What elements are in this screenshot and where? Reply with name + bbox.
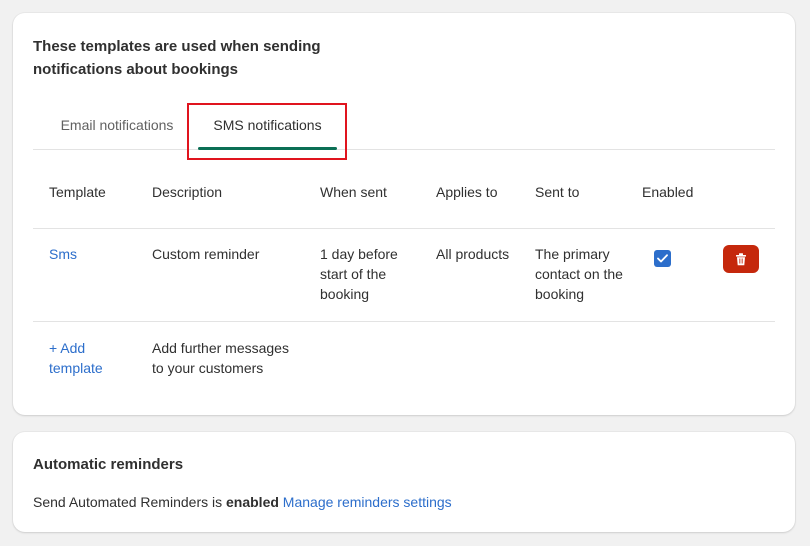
trash-icon — [736, 252, 746, 265]
templates-table: Template Description When sent Applies t… — [33, 150, 775, 412]
table-header: Template Description When sent Applies t… — [33, 150, 775, 229]
manage-reminders-link[interactable]: Manage reminders settings — [283, 494, 452, 510]
templates-card: These templates are used when sending no… — [13, 13, 795, 415]
reminders-status: enabled — [226, 494, 279, 510]
row-sent-to: The primary contact on the booking — [535, 246, 623, 302]
row-when-sent: 1 day before start of the booking — [320, 246, 398, 302]
add-template-description: Add further messages to your customers — [152, 340, 289, 376]
column-header-enabled: Enabled — [642, 184, 694, 200]
column-header-when-sent: When sent — [320, 184, 387, 200]
template-link-sms[interactable]: Sms — [49, 244, 139, 264]
reminders-card: Automatic reminders Send Automated Remin… — [13, 432, 795, 532]
row-description: Custom reminder — [152, 246, 260, 262]
notification-tabs: Email notifications SMS notifications — [33, 103, 775, 160]
tab-sms-notifications[interactable]: SMS notifications — [198, 103, 337, 150]
add-template-link[interactable]: + Add template — [49, 338, 139, 378]
column-header-applies-to: Applies to — [436, 184, 498, 200]
templates-heading: These templates are used when sending no… — [33, 38, 321, 78]
column-header-sent-to: Sent to — [535, 184, 580, 200]
tab-email-notifications[interactable]: Email notifications — [49, 103, 185, 150]
reminders-text-prefix: Send Automated Reminders is — [33, 494, 223, 510]
enabled-checkbox[interactable] — [654, 250, 671, 267]
checkmark-icon — [657, 254, 668, 263]
delete-template-button[interactable] — [723, 245, 759, 273]
reminders-title: Automatic reminders — [33, 456, 184, 473]
row-applies-to: All products — [436, 246, 510, 262]
reminders-status-text: Send Automated Reminders is enabled Mana… — [33, 494, 452, 510]
column-header-template: Template — [49, 184, 106, 200]
add-template-row: + Add template Add further messages to y… — [33, 322, 775, 412]
table-row: Sms Custom reminder 1 day before start o… — [33, 229, 775, 322]
column-header-description: Description — [152, 184, 223, 200]
